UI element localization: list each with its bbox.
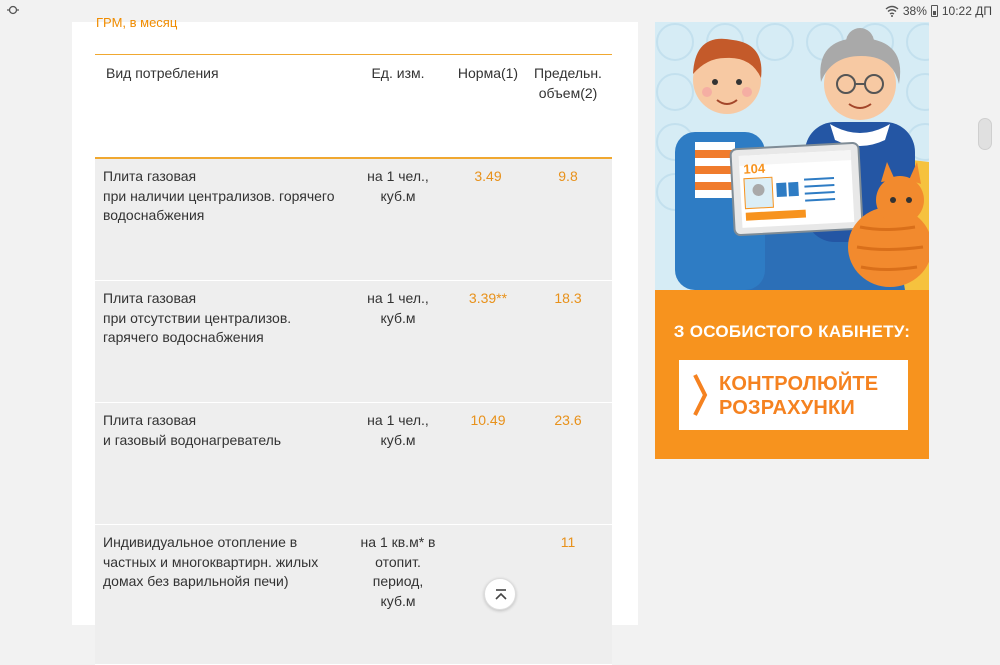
cell-max: 9.8 xyxy=(558,168,578,184)
header-max-line2: объем(2) xyxy=(538,85,598,101)
cell-unit: на 1 чел., куб.м xyxy=(367,168,429,204)
cell-unit: на 1 чел., куб.м xyxy=(367,290,429,326)
cell-norm: 3.49 xyxy=(474,168,502,184)
scrollbar-handle[interactable] xyxy=(978,118,992,150)
table-row: Плита газовая и газовый водонагреватель … xyxy=(95,403,612,525)
table-row: Плита газовая при наличии централизов. г… xyxy=(95,159,612,281)
header-max-line1: Предельн. xyxy=(534,65,602,81)
clock: 10:22 ДП xyxy=(941,4,992,18)
wifi-icon xyxy=(885,5,899,17)
tablet-number: 104 xyxy=(743,161,766,177)
cell-type: Индивидуальное отопление в частных и мно… xyxy=(103,534,319,589)
cell-unit: на 1 чел., куб.м xyxy=(367,412,429,448)
cell-type: Плита газовая при наличии централизов. г… xyxy=(103,168,335,223)
cell-unit: на 1 кв.м* в отопит. период, куб.м xyxy=(360,534,436,609)
table-header: Вид потребления Ед. изм. Норма(1) Предел… xyxy=(95,54,612,159)
cell-max: 18.3 xyxy=(554,290,582,306)
chevron-up-icon xyxy=(495,589,507,600)
cell-max: 11 xyxy=(560,534,576,550)
header-norm: Норма(1) xyxy=(457,65,519,81)
header-type: Вид потребления xyxy=(106,65,219,81)
notification-icon xyxy=(6,4,20,19)
header-unit: Ед. изм. xyxy=(371,65,425,81)
table-row: Плита газовая при отсутствии централизов… xyxy=(95,281,612,403)
control-payments-button[interactable]: КОНТРОЛЮЙТЕ РОЗРАХУНКИ xyxy=(679,360,908,430)
section-heading: ГРМ, в месяц xyxy=(96,15,178,30)
header-max: Предельн. объем(2) xyxy=(528,63,608,103)
banner-cta-area: З ОСОБИСТОГО КАБІНЕТУ: КОНТРОЛЮЙТЕ РОЗРА… xyxy=(655,290,929,459)
chevron-right-icon xyxy=(693,374,708,416)
cell-type: Плита газовая при отсутствии централизов… xyxy=(103,290,292,345)
battery-icon xyxy=(930,5,938,17)
ad-banner[interactable]: 104 З ОСОБИСТОГО КАБІНЕТУ: КОНТРОЛЮЙТЕ Р… xyxy=(655,22,929,459)
scroll-to-top-button[interactable] xyxy=(484,578,516,610)
banner-button-label: КОНТРОЛЮЙТЕ РОЗРАХУНКИ xyxy=(719,373,879,419)
table-row: Индивидуальное отопление в частных и мно… xyxy=(95,525,612,665)
cell-max: 23.6 xyxy=(554,412,582,428)
main-content: ГРМ, в месяц Вид потребления Ед. изм. Но… xyxy=(72,15,638,665)
banner-heading: З ОСОБИСТОГО КАБІНЕТУ: xyxy=(673,322,911,341)
cell-type: Плита газовая и газовый водонагреватель xyxy=(103,412,282,448)
cell-norm: 10.49 xyxy=(470,412,506,428)
consumption-table: Вид потребления Ед. изм. Норма(1) Предел… xyxy=(95,54,612,665)
battery-percent: 38% xyxy=(902,4,927,18)
banner-illustration: 104 xyxy=(655,22,929,290)
cell-norm: 3.39** xyxy=(468,290,508,306)
